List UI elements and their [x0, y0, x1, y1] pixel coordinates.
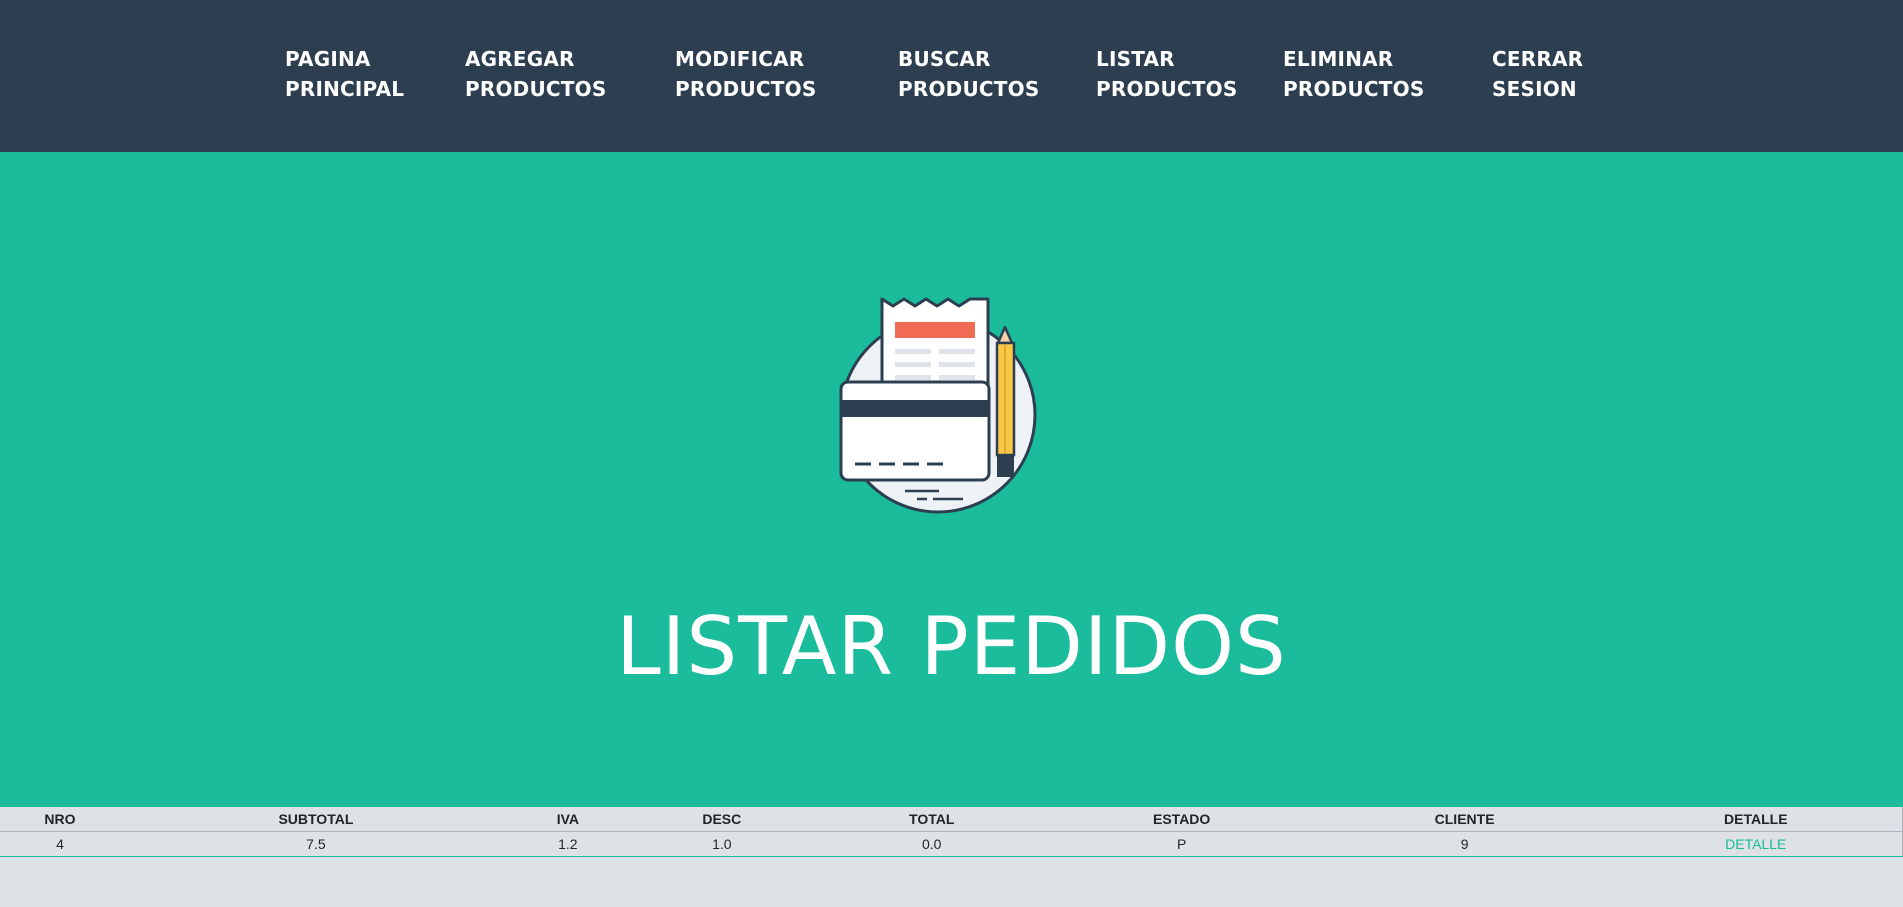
nav-label: ELIMINAR	[1283, 47, 1394, 71]
hero-section: LISTAR PEDIDOS	[0, 152, 1903, 807]
nav-modificar-productos[interactable]: MODIFICAR PRODUCTOS	[675, 44, 816, 104]
nav-label: PAGINA	[285, 47, 371, 71]
cell-subtotal: 7.5	[119, 831, 512, 857]
nav-agregar-productos[interactable]: AGREGAR PRODUCTOS	[465, 44, 606, 104]
nav-label: PRODUCTOS	[1283, 77, 1425, 101]
nav-label: PRODUCTOS	[898, 77, 1040, 101]
page-title: LISTAR PEDIDOS	[616, 600, 1287, 693]
column-header-iva: IVA	[511, 807, 624, 832]
nav-label: CERRAR	[1492, 47, 1584, 71]
cell-iva: 1.2	[511, 831, 624, 857]
column-header-detalle: DETALLE	[1609, 807, 1903, 832]
cell-cliente: 9	[1319, 831, 1610, 857]
nav-pagina-principal[interactable]: PAGINA PRINCIPAL	[285, 44, 404, 104]
nav-label: AGREGAR	[465, 47, 575, 71]
detalle-link[interactable]: DETALLE	[1725, 836, 1786, 852]
cell-desc: 1.0	[623, 831, 820, 857]
nav-label: SESION	[1492, 77, 1577, 101]
column-header-estado: ESTADO	[1043, 807, 1320, 832]
cell-estado: P	[1043, 831, 1320, 857]
nav-label: LISTAR	[1096, 47, 1175, 71]
nav-label: PRODUCTOS	[465, 77, 607, 101]
receipt-card-pencil-icon	[839, 297, 1037, 514]
top-navbar: PAGINA PRINCIPAL AGREGAR PRODUCTOS MODIFIC…	[0, 0, 1903, 152]
cell-detalle: DETALLE	[1609, 831, 1903, 857]
orders-table: NRO SUBTOTAL IVA DESC TOTAL ESTADO CLIEN…	[0, 807, 1903, 857]
nav-label: MODIFICAR	[675, 47, 805, 71]
nav-cerrar-sesion[interactable]: CERRAR SESION	[1492, 44, 1583, 104]
nav-label: BUSCAR	[898, 47, 991, 71]
table-header-row: NRO SUBTOTAL IVA DESC TOTAL ESTADO CLIEN…	[0, 807, 1903, 832]
cell-nro: 4	[0, 831, 120, 857]
column-header-nro: NRO	[0, 807, 120, 832]
nav-listar-productos[interactable]: LISTAR PRODUCTOS	[1096, 44, 1237, 104]
nav-eliminar-productos[interactable]: ELIMINAR PRODUCTOS	[1283, 44, 1424, 104]
column-header-total: TOTAL	[819, 807, 1044, 832]
column-header-desc: DESC	[623, 807, 820, 832]
cell-total: 0.0	[819, 831, 1044, 857]
column-header-subtotal: SUBTOTAL	[119, 807, 512, 832]
nav-label: PRINCIPAL	[285, 77, 405, 101]
column-header-cliente: CLIENTE	[1319, 807, 1610, 832]
nav-label: PRODUCTOS	[1096, 77, 1238, 101]
nav-buscar-productos[interactable]: BUSCAR PRODUCTOS	[898, 44, 1039, 104]
table-row: 4 7.5 1.2 1.0 0.0 P 9 DETALLE	[0, 831, 1903, 857]
nav-label: PRODUCTOS	[675, 77, 817, 101]
